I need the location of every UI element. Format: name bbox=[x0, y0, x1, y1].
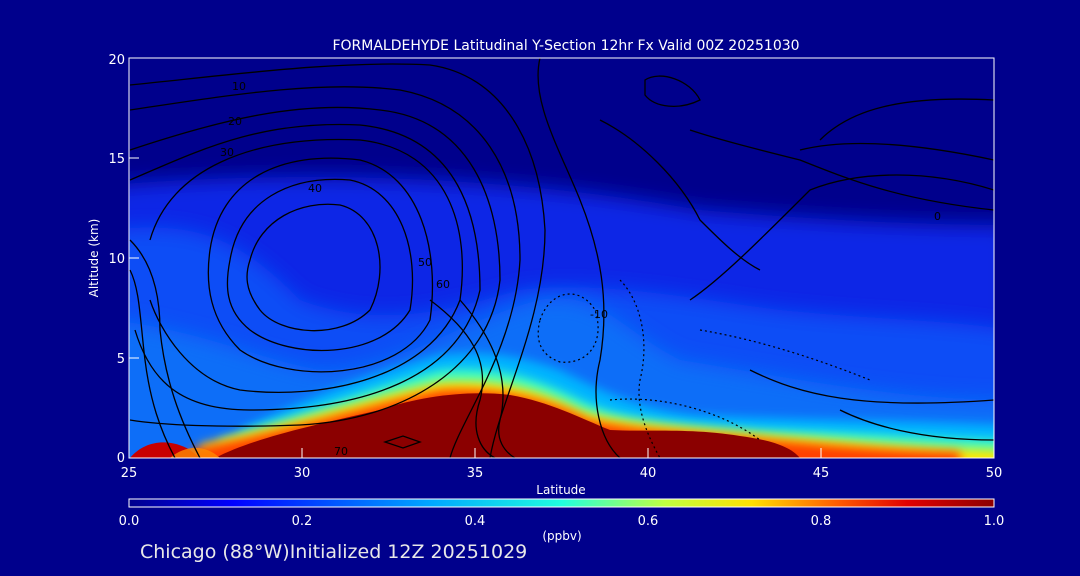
colorbar-tick-label: 0.4 bbox=[465, 514, 486, 529]
concentration-field bbox=[129, 58, 994, 458]
contour-label: 40 bbox=[308, 182, 322, 195]
x-tick-label: 45 bbox=[813, 466, 830, 481]
x-tick-label: 40 bbox=[640, 466, 657, 481]
x-axis-label: Latitude bbox=[536, 483, 585, 497]
colorbar-tick-label: 0.0 bbox=[119, 514, 140, 529]
contour-label: 70 bbox=[334, 445, 348, 458]
contour-label: 50 bbox=[418, 256, 432, 269]
y-tick-label: 10 bbox=[108, 252, 125, 267]
x-tick-label: 30 bbox=[294, 466, 311, 481]
contour-label: 0 bbox=[934, 210, 941, 223]
colorbar-tick-label: 0.2 bbox=[292, 514, 313, 529]
y-tick-label: 5 bbox=[117, 352, 125, 367]
footer-caption: Chicago (88°W)Initialized 12Z 20251029 bbox=[140, 541, 528, 563]
colorbar: 0.0 0.2 0.4 0.6 0.8 1.0 (ppbv) bbox=[119, 498, 1005, 543]
chart: FORMALDEHYDE Latitudinal Y-Section 12hr … bbox=[87, 38, 1005, 543]
colorbar-tick-label: 0.6 bbox=[638, 514, 659, 529]
contour-label: 10 bbox=[232, 80, 246, 93]
colorbar-tick-label: 0.8 bbox=[811, 514, 832, 529]
contour-label: 60 bbox=[436, 278, 450, 291]
x-tick-label: 50 bbox=[986, 466, 1003, 481]
y-tick-label: 20 bbox=[108, 53, 125, 68]
x-tick-label: 35 bbox=[467, 466, 484, 481]
x-tick-label: 25 bbox=[121, 466, 138, 481]
y-tick-label: 15 bbox=[108, 152, 125, 167]
y-axis-label: Altitude (km) bbox=[87, 219, 101, 298]
y-tick-label: 0 bbox=[117, 451, 125, 466]
contour-label: 20 bbox=[228, 115, 242, 128]
contour-label: 30 bbox=[220, 146, 234, 159]
chart-title: FORMALDEHYDE Latitudinal Y-Section 12hr … bbox=[332, 38, 799, 54]
colorbar-unit-label: (ppbv) bbox=[542, 529, 581, 543]
colorbar-tick-label: 1.0 bbox=[984, 514, 1005, 529]
contour-label: -10 bbox=[590, 308, 608, 321]
